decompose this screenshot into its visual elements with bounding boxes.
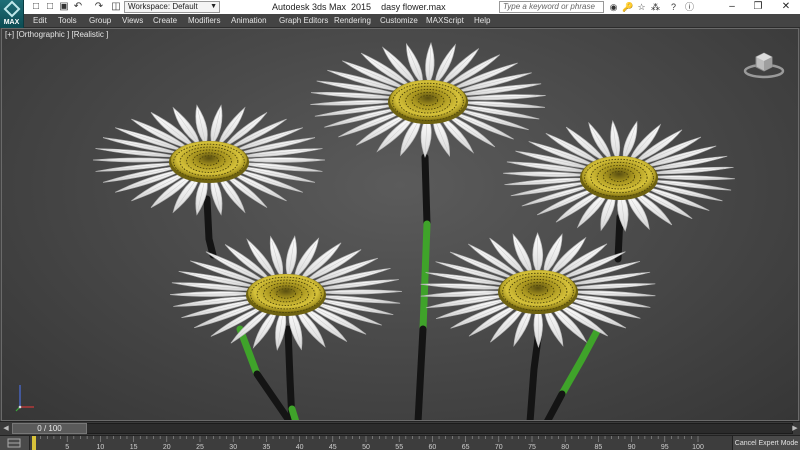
- communication-icon[interactable]: ⁂: [650, 1, 661, 13]
- stem-segment: [203, 195, 217, 259]
- title-bar: MAX □ □ ▣ ↶ ↷ ◫ Workspace: Default ▼ Auto…: [0, 0, 800, 28]
- ruler-tick-label: 60: [429, 444, 437, 450]
- status-bar: 0510152025303540455055606570758085909510…: [0, 435, 800, 450]
- time-slider-thumb[interactable]: 0 / 100: [12, 423, 87, 434]
- viewport-label[interactable]: [+] [Orthographic ] [Realistic ]: [5, 30, 108, 39]
- save-icon[interactable]: ▣: [58, 1, 70, 13]
- ruler-tick-label: 65: [462, 444, 470, 450]
- perspective-viewport[interactable]: [+] [Orthographic ] [Realistic ]: [1, 28, 799, 421]
- menu-group[interactable]: Group: [89, 14, 111, 28]
- star-icon[interactable]: ☆: [636, 1, 647, 13]
- workspace-dropdown[interactable]: Workspace: Default ▼: [124, 1, 220, 13]
- favorites-icon[interactable]: 🔑: [622, 1, 633, 13]
- undo-icon[interactable]: ↶: [72, 1, 84, 13]
- bottom-left-controls[interactable]: [0, 436, 30, 450]
- menu-edit[interactable]: Edit: [33, 14, 47, 28]
- workspace-label: Workspace: Default: [128, 2, 198, 11]
- stem-segment: [614, 213, 624, 263]
- ruler-tick-label: 40: [296, 444, 304, 450]
- ruler-tick-label: 25: [196, 444, 204, 450]
- axis-tripod-icon: [15, 385, 34, 412]
- time-slider[interactable]: ◀ 0 / 100 ▶: [0, 421, 800, 435]
- menu-help[interactable]: Help: [474, 14, 490, 28]
- stem-segment: [544, 390, 566, 420]
- current-frame-marker: [32, 436, 36, 450]
- ruler-tick-label: 35: [263, 444, 271, 450]
- ruler-tick-label: 10: [97, 444, 105, 450]
- app-logo-text: MAX: [3, 19, 20, 26]
- ruler-tick-label: 80: [561, 444, 569, 450]
- ruler-tick-label: 100: [692, 444, 704, 450]
- app-menu-button[interactable]: MAX: [0, 0, 24, 28]
- menu-rendering[interactable]: Rendering: [334, 14, 371, 28]
- flower-heads: [92, 41, 735, 351]
- stem-segment: [288, 405, 300, 420]
- ruler-tick-label: 30: [229, 444, 237, 450]
- daisy-scene: [92, 41, 735, 420]
- time-slider-next-icon[interactable]: ▶: [791, 423, 799, 434]
- close-icon[interactable]: ✕: [772, 0, 800, 14]
- menu-bar: Edit Tools Group Views Create Modifiers …: [0, 14, 800, 28]
- open-file-icon[interactable]: □: [44, 1, 56, 13]
- stem-segment: [253, 370, 293, 420]
- stem-segment: [421, 153, 431, 228]
- track-bar-ruler[interactable]: 0510152025303540455055606570758085909510…: [30, 436, 730, 450]
- hold-icon[interactable]: ◫: [110, 1, 122, 13]
- ruler-tick-label: 85: [595, 444, 603, 450]
- menu-graph-editors[interactable]: Graph Editors: [279, 14, 328, 28]
- window-title: Autodesk 3ds Max 2015 dasy flower.max: [272, 2, 446, 12]
- redo-icon[interactable]: ↷: [93, 1, 105, 13]
- ruler-tick-label: 15: [130, 444, 138, 450]
- ruler-tick-label: 95: [661, 444, 669, 450]
- binoculars-icon[interactable]: ◉: [608, 1, 619, 13]
- ruler-tick-label: 20: [163, 444, 171, 450]
- daisy-flower: [503, 120, 735, 232]
- menu-views[interactable]: Views: [122, 14, 143, 28]
- viewcube-icon[interactable]: [742, 47, 786, 81]
- ruler-tick-label: 90: [628, 444, 636, 450]
- ruler-tick-label: 75: [528, 444, 536, 450]
- search-input[interactable]: Type a keyword or phrase: [499, 1, 604, 13]
- menu-modifiers[interactable]: Modifiers: [188, 14, 220, 28]
- daisy-flower: [310, 41, 546, 158]
- ruler-tick-label: 50: [362, 444, 370, 450]
- help-icon[interactable]: ?: [668, 1, 679, 13]
- time-slider-prev-icon[interactable]: ◀: [2, 423, 10, 434]
- new-file-icon[interactable]: □: [30, 1, 42, 13]
- stem-segment: [558, 327, 601, 398]
- restore-icon[interactable]: ❐: [744, 0, 772, 14]
- time-slider-track[interactable]: [12, 423, 793, 434]
- ruler-tick-label: 45: [329, 444, 337, 450]
- minimize-icon[interactable]: –: [718, 0, 746, 14]
- stem-segment: [414, 325, 427, 420]
- chevron-down-icon: ▼: [210, 3, 217, 10]
- ruler-tick-label: 5: [65, 444, 69, 450]
- track-bar-icon[interactable]: [0, 436, 30, 450]
- menu-tools[interactable]: Tools: [58, 14, 77, 28]
- ruler-tick-label: 55: [395, 444, 403, 450]
- stem-segment: [419, 220, 431, 333]
- info-icon[interactable]: ⓘ: [684, 1, 695, 13]
- cancel-expert-mode-button[interactable]: Cancel Expert Mode: [732, 436, 800, 450]
- menu-maxscript[interactable]: MAXScript: [426, 14, 464, 28]
- menu-animation[interactable]: Animation: [231, 14, 267, 28]
- app-logo-icon: [3, 0, 21, 18]
- menu-customize[interactable]: Customize: [380, 14, 418, 28]
- menu-create[interactable]: Create: [153, 14, 177, 28]
- ruler-tick-label: 70: [495, 444, 503, 450]
